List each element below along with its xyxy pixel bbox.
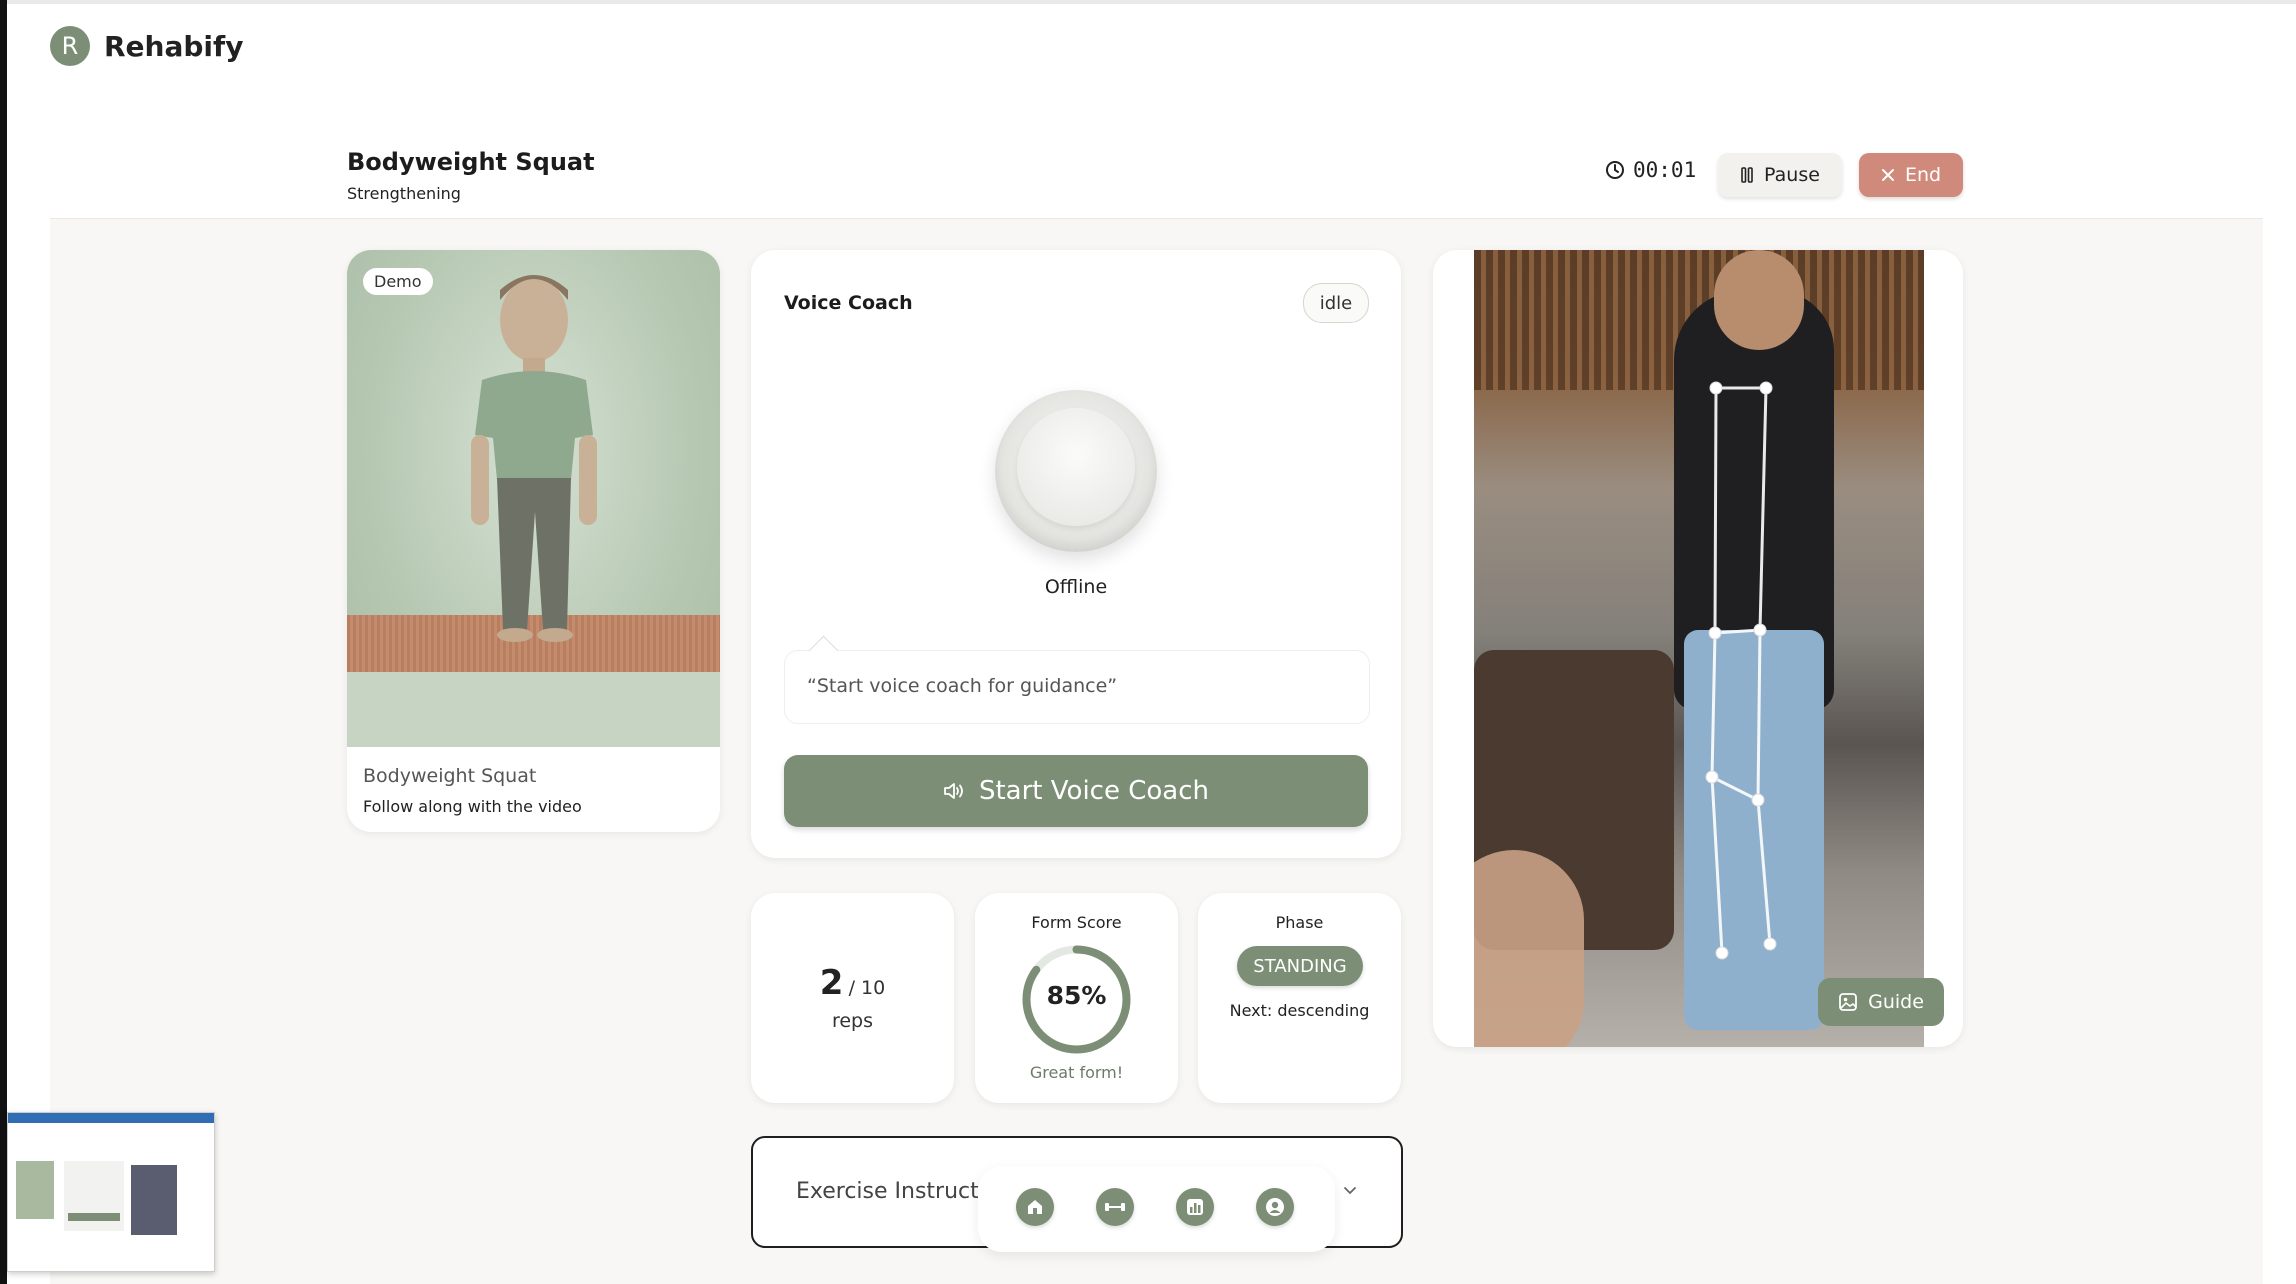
voice-orb-core [1017,408,1135,526]
nav-exercises-button[interactable] [1096,1188,1134,1226]
chevron-down-icon [1344,1187,1356,1195]
phase-badge: STANDING [1237,946,1363,986]
exercise-title: Bodyweight Squat [347,148,595,176]
home-icon [1028,1200,1042,1214]
thumbnail-demo [16,1161,54,1219]
image-icon [1839,993,1857,1011]
form-score-caption: Great form! [1029,1063,1124,1082]
rehabify-logo-icon: R [50,26,90,66]
guide-label: Guide [1868,991,1924,1013]
phase-label: Phase [1275,913,1324,932]
voice-orb[interactable] [995,390,1157,552]
coach-message-bubble: “Start voice coach for guidance” [784,650,1370,724]
end-label: End [1904,164,1942,186]
reps-total: / 10 [848,977,886,999]
left-edge-strip [0,0,7,1284]
nav-home-button[interactable] [1016,1188,1054,1226]
demo-figure-icon [471,275,597,642]
screen-thumbnail[interactable] [7,1112,215,1272]
session-timer: 00:01 [1605,158,1696,182]
form-score-label: Form Score [1031,913,1122,932]
close-icon [1881,169,1894,181]
voice-coach-card: Voice Coach idle Offline “Start voice co… [751,250,1401,858]
reps-counter: 2 / 10 [751,963,954,1003]
reps-card: 2 / 10 reps [751,893,954,1103]
demo-card: Demo Bodyweight Squat Follow along with … [347,250,720,832]
nav-progress-button[interactable] [1176,1188,1214,1226]
voice-coach-title: Voice Coach [784,292,913,314]
brand[interactable]: R Rehabify [50,26,243,66]
pause-label: Pause [1764,164,1820,186]
clock-icon [1606,161,1624,179]
coach-connection-state: Offline [1044,576,1108,598]
timer-value: 00:01 [1633,158,1697,182]
end-button[interactable]: End [1859,153,1963,197]
nav-profile-button[interactable] [1256,1188,1294,1226]
brand-name: Rehabify [104,29,244,63]
bottom-nav [978,1166,1335,1252]
thumbnail-camera [131,1165,177,1235]
coach-status-badge: idle [1303,283,1369,323]
top-border [7,0,2296,4]
form-score-card: Form Score 85% Great form! [975,893,1178,1103]
form-score-value: 85% [1046,981,1107,1010]
phase-card: Phase STANDING Next: descending [1198,893,1401,1103]
dumbbell-icon [1105,1203,1125,1211]
phase-next: Next: descending [1229,1001,1370,1020]
demo-exercise-name: Bodyweight Squat [363,765,537,787]
reps-count: 2 [819,963,844,1003]
camera-card: Guide [1433,250,1963,1047]
guide-button[interactable]: Guide [1818,978,1944,1026]
camera-feed [1474,250,1924,1047]
pose-skeleton-overlay [1705,381,1777,960]
demo-badge: Demo [363,268,433,295]
pause-icon [1741,167,1753,183]
thumbnail-button [68,1213,120,1221]
chart-icon [1187,1199,1203,1215]
reps-label: reps [831,1010,874,1032]
profile-icon [1266,1198,1284,1216]
pause-button[interactable]: Pause [1718,153,1842,197]
exercise-category: Strengthening [347,184,461,203]
coach-message: “Start voice coach for guidance” [807,675,1118,697]
start-voice-coach-label: Start Voice Coach [978,776,1209,806]
demo-caption: Follow along with the video [363,797,582,816]
speaker-icon [944,783,963,799]
thumbnail-toolbar [8,1113,214,1123]
demo-video[interactable]: Demo [347,250,720,747]
start-voice-coach-button[interactable]: Start Voice Coach [784,755,1368,827]
